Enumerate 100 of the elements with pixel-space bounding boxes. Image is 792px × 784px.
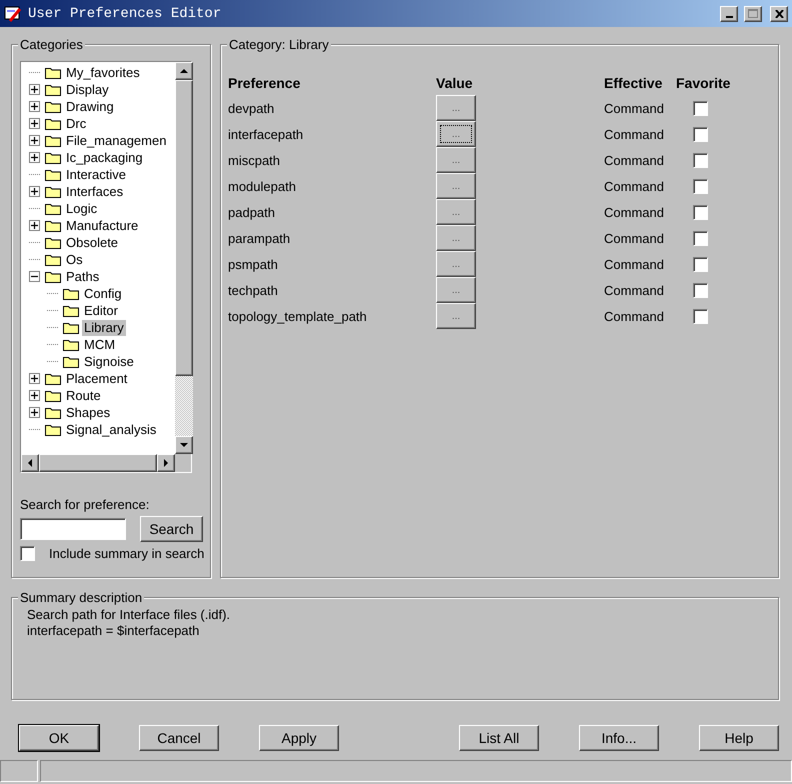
tree-item[interactable]: Editor (82, 302, 120, 318)
expand-icon[interactable] (29, 101, 40, 112)
expand-icon[interactable] (29, 373, 40, 384)
effective-value: Command (604, 230, 665, 248)
dialog-button[interactable]: Help (699, 725, 779, 751)
tree-item[interactable]: Drawing (64, 98, 116, 114)
favorite-checkbox[interactable] (693, 308, 708, 324)
tree-item[interactable]: Shapes (64, 404, 112, 420)
effective-value: Command (604, 178, 665, 196)
value-button[interactable]: ... (436, 303, 476, 329)
value-button[interactable]: ... (436, 251, 476, 277)
include-summary-checkbox[interactable] (20, 546, 35, 561)
expand-icon[interactable] (29, 118, 40, 129)
column-header: Value (436, 74, 474, 93)
tree-item[interactable]: Ic_packaging (64, 150, 145, 166)
value-button[interactable]: ... (436, 277, 476, 303)
scroll-up-icon[interactable] (175, 62, 193, 80)
tree-item[interactable]: Interfaces (64, 184, 126, 200)
folder-icon (45, 270, 61, 283)
expand-icon[interactable] (29, 84, 40, 95)
focus-outline: ... (450, 232, 462, 246)
focus-outline: ... (440, 125, 472, 143)
tree-item[interactable]: Os (64, 252, 85, 268)
tree-item[interactable]: Drc (64, 116, 88, 132)
preference-name: parampath (228, 230, 292, 248)
expand-icon[interactable] (29, 407, 40, 418)
dialog-button[interactable]: Apply (259, 725, 339, 751)
focus-outline: ... (450, 206, 462, 220)
close-button[interactable] (770, 6, 788, 22)
favorite-checkbox[interactable] (693, 178, 708, 194)
expand-icon[interactable] (29, 152, 40, 163)
value-button[interactable]: ... (436, 95, 476, 121)
folder-icon (63, 338, 79, 351)
tree-item[interactable]: Paths (64, 268, 102, 284)
search-field[interactable] (20, 518, 126, 540)
scroll-thumb[interactable] (175, 80, 193, 376)
scroll-down-icon[interactable] (175, 436, 193, 454)
folder-icon (45, 372, 61, 385)
scroll-thumb[interactable] (39, 454, 157, 472)
tree-item[interactable]: MCM (82, 336, 118, 352)
expand-icon[interactable] (29, 390, 40, 401)
scroll-left-icon[interactable] (21, 454, 39, 472)
tree-connector-line (29, 208, 40, 209)
dialog-button[interactable]: Cancel (139, 725, 219, 751)
tree-item[interactable]: Placement (64, 370, 130, 386)
preference-name: techpath (228, 282, 279, 300)
horizontal-scrollbar[interactable] (21, 454, 175, 472)
value-button[interactable]: ... (436, 225, 476, 251)
scroll-right-icon[interactable] (157, 454, 175, 472)
folder-icon (63, 287, 79, 300)
tree-item[interactable]: Route (64, 388, 103, 404)
folder-icon (45, 236, 61, 249)
favorite-checkbox[interactable] (693, 204, 708, 220)
focus-outline: ... (450, 180, 462, 194)
maximize-button[interactable] (744, 6, 762, 22)
favorite-checkbox[interactable] (693, 256, 708, 272)
close-icon (774, 10, 784, 18)
value-button[interactable]: ... (436, 147, 476, 173)
folder-icon (63, 355, 79, 368)
value-button[interactable]: ... (436, 121, 476, 147)
tree-item[interactable]: Signal_analysis (64, 422, 158, 438)
tree-item[interactable]: My_favorites (64, 64, 142, 80)
tree-item[interactable]: Library (82, 320, 126, 336)
folder-icon (45, 389, 61, 402)
search-button[interactable]: Search (140, 516, 203, 542)
tree-item[interactable]: Display (64, 82, 111, 98)
column-header: Effective (604, 74, 664, 93)
preference-name: devpath (228, 100, 276, 118)
effective-value: Command (604, 256, 665, 274)
favorite-checkbox[interactable] (693, 100, 708, 116)
tree-item[interactable]: Signoise (82, 354, 136, 370)
dialog-button[interactable]: List All (459, 725, 539, 751)
dialog-button[interactable]: OK (19, 725, 99, 751)
collapse-icon[interactable] (29, 271, 40, 282)
tree-item[interactable]: Manufacture (64, 218, 140, 234)
focus-outline: ... (450, 310, 462, 324)
favorite-checkbox[interactable] (693, 282, 708, 298)
folder-icon (45, 219, 61, 232)
folder-icon (45, 202, 61, 215)
value-button[interactable]: ... (436, 173, 476, 199)
tree-item[interactable]: Config (82, 286, 124, 302)
tree-item[interactable]: Obsolete (64, 234, 120, 250)
preference-name: padpath (228, 204, 276, 222)
tree-item[interactable]: File_managemen (64, 132, 168, 148)
favorite-checkbox[interactable] (693, 230, 708, 246)
summary-text: interfacepath = $interfacepath (27, 623, 200, 639)
folder-icon (45, 406, 61, 419)
dialog-button[interactable]: Info... (579, 725, 659, 751)
minimize-button[interactable] (720, 6, 738, 22)
value-button[interactable]: ... (436, 199, 476, 225)
favorite-checkbox[interactable] (693, 126, 708, 142)
tree-item[interactable]: Interactive (64, 166, 128, 182)
favorite-checkbox[interactable] (693, 152, 708, 168)
expand-icon[interactable] (29, 186, 40, 197)
expand-icon[interactable] (29, 135, 40, 146)
tree-item[interactable]: Logic (64, 200, 100, 216)
focus-outline: ... (450, 102, 462, 116)
folder-icon (45, 423, 61, 436)
vertical-scrollbar[interactable] (175, 62, 193, 454)
expand-icon[interactable] (29, 220, 40, 231)
